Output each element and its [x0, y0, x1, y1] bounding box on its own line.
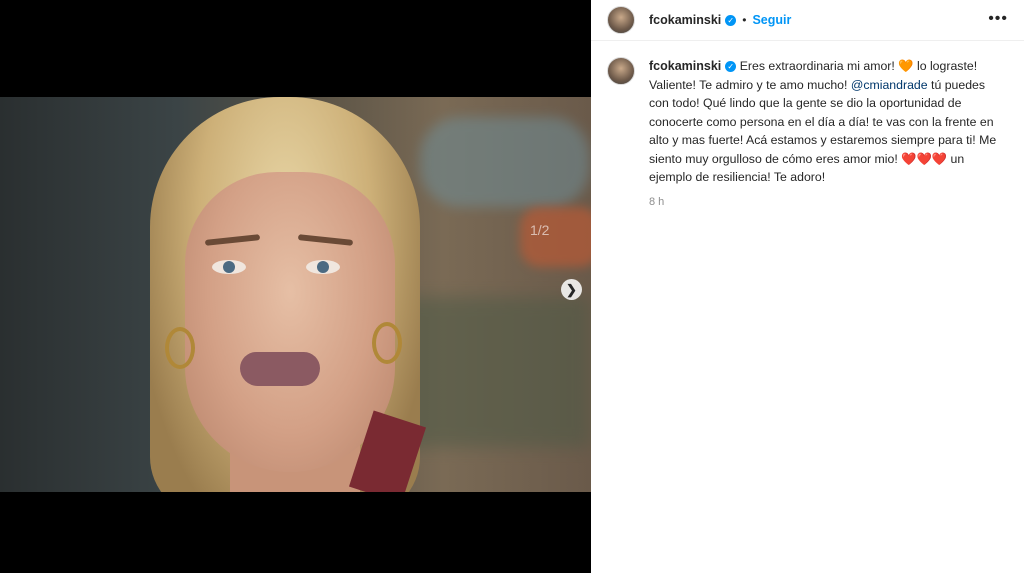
eye-shape: [306, 260, 340, 274]
caption: fcokaminski ✓ Eres extraordinaria mi amor…: [591, 41, 1024, 211]
face-shape: [185, 172, 395, 472]
chevron-right-icon: ❯: [566, 281, 577, 297]
earring-shape: [165, 327, 195, 369]
lips-shape: [240, 352, 320, 386]
separator: •: [742, 13, 747, 27]
post-sidebar: fcokaminski ✓ • Seguir ••• fcokaminski ✓ …: [591, 0, 1024, 573]
mention-link[interactable]: @cmiandrade: [851, 78, 928, 92]
verified-badge-icon: ✓: [725, 14, 737, 26]
avatar[interactable]: [607, 6, 635, 34]
background-shape: [420, 117, 590, 207]
verified-badge-icon: ✓: [725, 61, 737, 73]
follow-button[interactable]: Seguir: [752, 13, 791, 27]
earring-shape: [372, 322, 402, 364]
post-timestamp[interactable]: 8 h: [649, 193, 999, 212]
caption-avatar[interactable]: [607, 57, 635, 85]
caption-username-link[interactable]: fcokaminski: [649, 59, 721, 73]
next-image-button[interactable]: ❯: [561, 279, 582, 300]
username-link[interactable]: fcokaminski: [649, 13, 721, 27]
post-photo[interactable]: 1/2: [0, 97, 591, 492]
image-counter: 1/2: [530, 222, 550, 238]
caption-text: Eres extraordinaria mi amor!: [739, 59, 899, 73]
red-hearts-icon: ❤️❤️❤️: [901, 151, 948, 166]
post-header: fcokaminski ✓ • Seguir •••: [591, 0, 1024, 41]
post-media: 1/2 ❯: [0, 0, 591, 573]
orange-heart-icon: 🧡: [898, 59, 914, 73]
caption-body: fcokaminski ✓ Eres extraordinaria mi amor…: [649, 57, 999, 211]
more-options-icon[interactable]: •••: [988, 10, 1008, 28]
post-viewer: 1/2 ❯ fcokaminski ✓ • Seguir ••• fcokami…: [0, 0, 1024, 573]
eye-shape: [212, 260, 246, 274]
